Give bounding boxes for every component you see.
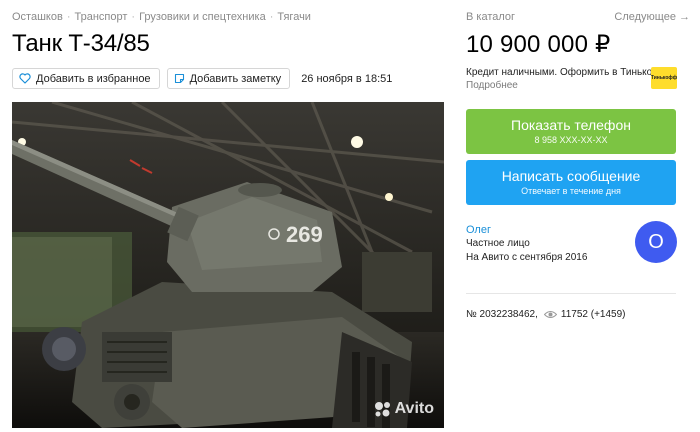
seller-since: На Авито с сентября 2016	[466, 252, 588, 263]
ad-number: № 2032238462,	[466, 309, 538, 320]
credit-offer[interactable]: Кредит наличными. Оформить в Тинькофф. П…	[466, 66, 676, 92]
divider	[466, 293, 676, 294]
breadcrumb: Осташков · Транспорт · Грузовики и спецтехни…	[12, 11, 311, 23]
add-note-label: Добавить заметку	[189, 72, 282, 85]
seller-name-link[interactable]: Олег	[466, 224, 491, 236]
price: 10 900 000 ₽	[466, 31, 611, 58]
response-time: Отвечает в течение дня	[521, 186, 621, 196]
tinkoff-logo[interactable]: Тинькофф	[651, 67, 677, 89]
breadcrumb-item[interactable]: Тягачи	[277, 11, 311, 23]
eye-icon	[543, 311, 557, 318]
breadcrumb-item[interactable]: Транспорт	[74, 11, 127, 23]
add-favorite-button[interactable]: Добавить в избранное	[12, 68, 160, 89]
heart-icon	[19, 73, 31, 84]
catalog-link[interactable]: В каталог	[466, 11, 515, 23]
catalog-nav: В каталог Следующее →	[466, 11, 690, 23]
breadcrumb-separator: ·	[66, 11, 71, 23]
add-note-button[interactable]: Добавить заметку	[166, 68, 291, 89]
write-message-button[interactable]: Написать сообщение Отвечает в течение дн…	[466, 160, 676, 205]
watermark-text: Avito	[394, 400, 434, 417]
next-ad-link[interactable]: Следующее →	[614, 11, 690, 23]
page-title: Танк Т-34/85	[12, 30, 150, 57]
credit-text: Кредит наличными. Оформить в Тинькофф.	[466, 67, 672, 78]
ad-actions: Добавить в избранное Добавить заметку 26…	[12, 68, 392, 89]
breadcrumb-separator: ·	[131, 11, 136, 23]
breadcrumb-separator: ·	[269, 11, 274, 23]
note-icon	[174, 73, 184, 84]
ad-meta: № 2032238462, 11752 (+1459)	[466, 309, 626, 320]
show-phone-label: Показать телефон	[511, 117, 631, 133]
publish-date: 26 ноября в 18:51	[301, 72, 393, 85]
avito-logo-icon	[374, 402, 390, 417]
views-count: 11752 (+1459)	[560, 309, 626, 320]
add-favorite-label: Добавить в избранное	[36, 72, 151, 85]
avatar[interactable]: О	[635, 221, 677, 263]
write-message-label: Написать сообщение	[501, 168, 641, 184]
breadcrumb-item[interactable]: Осташков	[12, 11, 63, 23]
show-phone-button[interactable]: Показать телефон 8 958 XXX-XX-XX	[466, 109, 676, 154]
tank-photo-image: 269	[12, 102, 444, 428]
seller-type: Частное лицо	[466, 238, 530, 249]
credit-more-link[interactable]: Подробнее	[466, 80, 518, 91]
listing-photo[interactable]: 269 Avito	[12, 102, 444, 428]
tank-number: 269	[286, 222, 323, 247]
breadcrumb-item[interactable]: Грузовики и спецтехника	[139, 11, 266, 23]
avito-watermark: Avito	[374, 400, 434, 418]
phone-number-masked: 8 958 XXX-XX-XX	[534, 135, 608, 145]
